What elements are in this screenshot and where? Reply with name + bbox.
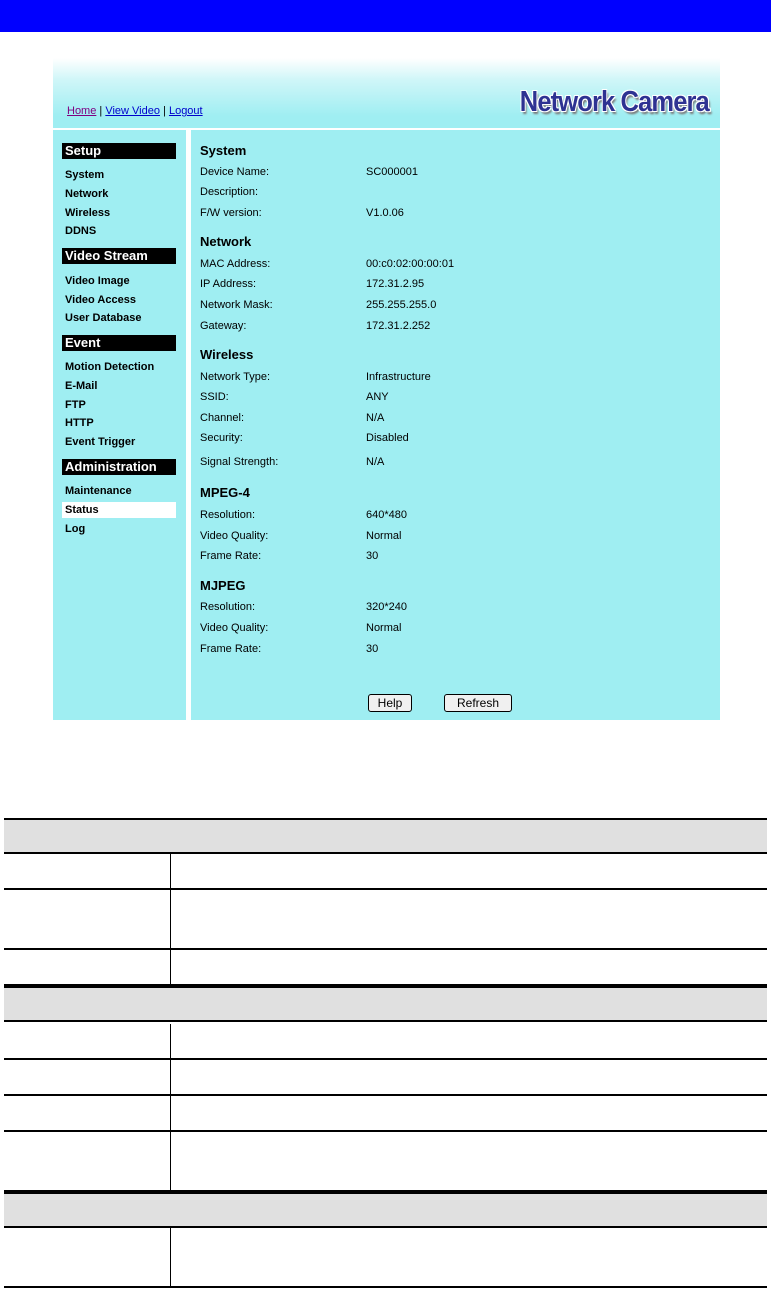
brand-logo: Network Camera: [519, 86, 710, 118]
table-row: [4, 1228, 767, 1288]
table-row: [4, 950, 767, 986]
header: Home | View Video | Logout Network Camer…: [53, 58, 720, 130]
sidebar-item-system[interactable]: System: [65, 169, 104, 181]
status-panel: System Device Name: SC000001 Description…: [191, 130, 720, 720]
mpeg4-resolution-label: Resolution:: [200, 509, 256, 521]
link-separator: |: [163, 105, 166, 117]
mpeg4-resolution-value: 640*480: [366, 509, 407, 521]
camera-web-ui: Home | View Video | Logout Network Camer…: [53, 58, 720, 720]
home-link[interactable]: Home: [67, 105, 96, 117]
logout-link[interactable]: Logout: [169, 105, 203, 117]
network-mask-value: 255.255.255.0: [366, 299, 437, 311]
gateway-value: 172.31.2.252: [366, 320, 431, 332]
table-row: [4, 1060, 767, 1096]
sidebar-item-status[interactable]: Status: [62, 502, 176, 518]
gateway-label: Gateway:: [200, 320, 247, 332]
mpeg4-frame-rate-value: 30: [366, 550, 379, 562]
sidebar-item-video-access[interactable]: Video Access: [65, 294, 136, 306]
sidebar-item-ddns[interactable]: DDNS: [65, 225, 96, 237]
ssid-label: SSID:: [200, 391, 229, 403]
sidebar-item-network[interactable]: Network: [65, 188, 108, 200]
ip-address-label: IP Address:: [200, 278, 257, 290]
sidebar-item-http[interactable]: HTTP: [65, 417, 94, 429]
network-type-value: Infrastructure: [366, 371, 431, 383]
mjpeg-section-title: MJPEG: [200, 578, 246, 593]
table-row: [4, 854, 767, 890]
system-section-title: System: [200, 143, 247, 158]
channel-value: N/A: [366, 412, 385, 424]
sidebar-section-event: Event: [62, 335, 176, 351]
sidebar-section-administration: Administration: [62, 459, 176, 475]
table-row: [4, 890, 767, 950]
view-video-link[interactable]: View Video: [105, 105, 160, 117]
sidebar-section-setup: Setup: [62, 143, 176, 159]
help-button[interactable]: Help: [368, 694, 412, 712]
sidebar-section-video-stream: Video Stream: [62, 248, 176, 264]
mpeg4-video-quality-value: Normal: [366, 530, 402, 542]
ssid-value: ANY: [366, 391, 389, 403]
fw-version-value: V1.0.06: [366, 207, 404, 219]
security-value: Disabled: [366, 432, 409, 444]
mac-address-label: MAC Address:: [200, 258, 271, 270]
mjpeg-resolution-label: Resolution:: [200, 601, 256, 613]
top-banner: [0, 0, 771, 32]
mjpeg-frame-rate-label: Frame Rate:: [200, 643, 262, 655]
wireless-section-title: Wireless: [200, 347, 254, 362]
sidebar-item-event-trigger[interactable]: Event Trigger: [65, 436, 135, 448]
table-group-row: [4, 1192, 767, 1228]
mjpeg-frame-rate-value: 30: [366, 643, 379, 655]
refresh-button[interactable]: Refresh: [444, 694, 512, 712]
signal-strength-value: N/A: [366, 456, 385, 468]
sidebar-item-ftp[interactable]: FTP: [65, 399, 86, 411]
table-row: [4, 1024, 767, 1060]
mjpeg-video-quality-value: Normal: [366, 622, 402, 634]
signal-strength-label: Signal Strength:: [200, 456, 279, 468]
network-section-title: Network: [200, 234, 252, 249]
mac-address-value: 00:c0:02:00:00:01: [366, 258, 455, 270]
device-name-value: SC000001: [366, 166, 418, 178]
table-row: [4, 1096, 767, 1132]
ip-address-value: 172.31.2.95: [366, 278, 425, 290]
channel-label: Channel:: [200, 412, 245, 424]
mpeg4-frame-rate-label: Frame Rate:: [200, 550, 262, 562]
sidebar-item-user-database[interactable]: User Database: [65, 312, 141, 324]
link-separator: |: [99, 105, 103, 117]
sidebar-item-log[interactable]: Log: [65, 523, 85, 535]
mpeg4-video-quality-label: Video Quality:: [200, 530, 269, 542]
table-group-row: [4, 986, 767, 1022]
fw-version-label: F/W version:: [200, 207, 262, 219]
sidebar-item-motion-detection[interactable]: Motion Detection: [65, 361, 154, 373]
network-type-label: Network Type:: [200, 371, 271, 383]
sidebar-item-video-image[interactable]: Video Image: [65, 275, 130, 287]
device-name-label: Device Name:: [200, 166, 270, 178]
mjpeg-resolution-value: 320*240: [366, 601, 407, 613]
sidebar-item-maintenance[interactable]: Maintenance: [65, 485, 132, 497]
sidebar-item-email[interactable]: E-Mail: [65, 380, 97, 392]
sidebar-item-wireless[interactable]: Wireless: [65, 207, 110, 219]
description-label: Description:: [200, 186, 259, 198]
table-group-row: [4, 818, 767, 854]
security-label: Security:: [200, 432, 243, 444]
network-mask-label: Network Mask:: [200, 299, 273, 311]
mjpeg-video-quality-label: Video Quality:: [200, 622, 269, 634]
top-links: Home | View Video | Logout: [67, 105, 203, 117]
table-row: [4, 1132, 767, 1192]
mpeg4-section-title: MPEG-4: [200, 485, 250, 500]
